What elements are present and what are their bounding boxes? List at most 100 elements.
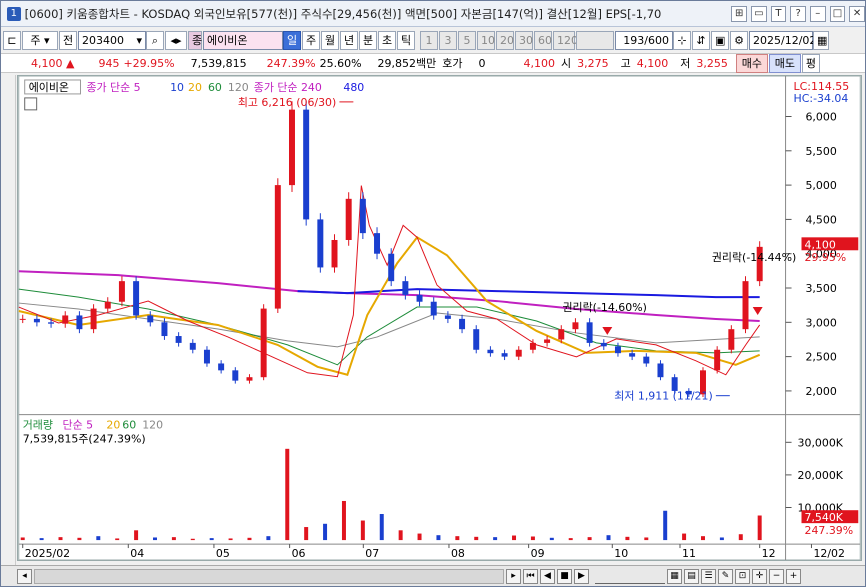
vol-tick-label: 30,000K [798, 436, 844, 449]
volume-bar [304, 527, 309, 541]
table-view-icon[interactable]: ▤ [684, 568, 699, 584]
low-value: 3,255 [696, 56, 728, 70]
y-tick-label: 3,000 [805, 316, 836, 329]
lock-icon[interactable]: ▭ [751, 5, 767, 22]
interval-20[interactable]: 20 [496, 30, 514, 50]
x-tick-label: 09 [531, 547, 545, 560]
volume-bar [58, 537, 63, 541]
stock-prev-icon[interactable]: ◂▸ [165, 30, 187, 50]
x-tick-label: 07 [365, 547, 379, 560]
volume-bar [398, 530, 403, 541]
search-icon[interactable]: ⌕ [146, 30, 164, 50]
rights-annotation-1: 권리락(-14.44%) [712, 251, 796, 264]
candle-body [104, 301, 111, 309]
candle-body [118, 281, 125, 302]
scroll-track[interactable] [34, 568, 504, 584]
candle-body [62, 315, 69, 324]
candle-body [33, 318, 40, 323]
tools-icon[interactable]: ✎ [718, 568, 733, 584]
prev-button[interactable]: 전 [59, 30, 77, 50]
period-year[interactable]: 년 [340, 30, 358, 50]
grid-view-icon[interactable]: ▦ [667, 568, 682, 584]
candle-body [600, 342, 607, 347]
legend-ma480: 480 [343, 81, 364, 94]
vol-legend-ma5: 단순 5 [63, 419, 94, 432]
period-week[interactable]: 주 [302, 30, 320, 50]
volume-bar [190, 538, 195, 541]
volume-bar [285, 448, 290, 541]
volume-bar [247, 537, 252, 541]
eval-button[interactable]: 평 [801, 53, 820, 73]
candle-body [515, 349, 522, 357]
buy-button[interactable]: 매수 [735, 53, 768, 73]
candle-body [147, 315, 154, 323]
candle-body [189, 342, 196, 350]
period-month[interactable]: 월 [321, 30, 339, 50]
period-day[interactable]: 일 [283, 30, 301, 50]
minimize-icon[interactable]: – [809, 5, 826, 22]
interval-30[interactable]: 30 [515, 30, 533, 50]
link-icon[interactable]: ⊞ [731, 5, 747, 22]
chart-type-icon[interactable]: ⊏ [3, 30, 21, 50]
zoom-out-icon[interactable]: − [769, 568, 784, 584]
volume-bar [757, 515, 762, 541]
volume-bar [474, 536, 479, 541]
interval-60[interactable]: 60 [534, 30, 552, 50]
candle-body [728, 329, 735, 350]
volume-bar [171, 537, 176, 541]
data-count-input[interactable]: 193/600 [615, 30, 673, 50]
price-chart[interactable]: 에이비온 종가 단순 5 10 20 60 120 종가 단순 240 480 … [17, 75, 862, 561]
settings-icon[interactable]: ⚙ [730, 30, 748, 50]
interval-custom-input[interactable] [576, 30, 614, 50]
candle-body [388, 253, 395, 282]
volume-bar [153, 537, 157, 541]
next-icon[interactable]: ▶ [574, 568, 589, 584]
vol-legend-ma120: 120 [142, 419, 163, 432]
list-view-icon[interactable]: ☰ [701, 568, 716, 584]
interval-3[interactable]: 3 [439, 30, 457, 50]
fit-icon[interactable]: ⊡ [735, 568, 750, 584]
market-select[interactable]: 주 ▾ [22, 30, 58, 50]
amount-value: 29,852백만 [377, 57, 437, 70]
scroll-right-icon[interactable]: ▸ [506, 568, 521, 584]
interval-5[interactable]: 5 [458, 30, 476, 50]
help-icon[interactable]: ? [790, 5, 806, 22]
candle-body [487, 349, 494, 354]
x-tick-label: 05 [216, 547, 230, 560]
candle-body [345, 198, 352, 240]
maximize-icon[interactable]: □ [829, 5, 846, 22]
stock-code-input[interactable]: 203400 ▾ [78, 30, 146, 50]
legend-ma60: 60 [208, 81, 222, 94]
crosshair-icon[interactable]: ✛ [752, 568, 767, 584]
period-minute[interactable]: 분 [359, 30, 377, 50]
period-tick[interactable]: 틱 [397, 30, 415, 50]
volume-bar [323, 523, 328, 541]
close-icon[interactable]: ✕ [849, 5, 865, 22]
zoom-in-icon[interactable]: + [786, 568, 801, 584]
calendar-icon[interactable]: ▦ [813, 30, 829, 50]
sell-button[interactable]: 매도 [768, 53, 801, 73]
stop-icon[interactable]: ■ [557, 568, 572, 584]
volume-bar [266, 536, 271, 541]
zoom-slider[interactable] [595, 569, 665, 584]
candle-body [501, 353, 508, 357]
interval-10[interactable]: 10 [477, 30, 495, 50]
first-icon[interactable]: ⏮ [523, 568, 538, 584]
save-icon[interactable]: ▣ [711, 30, 729, 50]
left-tool-strip [1, 75, 16, 565]
scrollbar[interactable]: ◂ ▸ ⏮ ◀ ■ ▶ ▦ ▤ ☰ ✎ ⊡ ✛ − + [1, 565, 865, 586]
font-icon[interactable]: T [770, 5, 787, 22]
interval-120[interactable]: 120 [553, 30, 578, 50]
scroll-left-icon[interactable]: ◂ [17, 568, 32, 584]
prev-icon[interactable]: ◀ [540, 568, 555, 584]
indicator-icon[interactable]: ⇵ [692, 30, 710, 50]
legend-ma240: 종가 단순 240 [254, 81, 322, 94]
date-input[interactable]: 2025/12/02 [749, 30, 816, 50]
interval-1[interactable]: 1 [420, 30, 438, 50]
candle-body [459, 318, 466, 330]
quote-bar: 4,100 ▲ 945 +29.95% 7,539,815 247.39% 25… [1, 53, 865, 73]
period-second[interactable]: 초 [378, 30, 396, 50]
stock-name-display[interactable]: 에이비온 [203, 30, 283, 50]
legend-ma-label: 종가 단순 5 [86, 81, 140, 94]
compare-icon[interactable]: ⊹ [673, 30, 691, 50]
